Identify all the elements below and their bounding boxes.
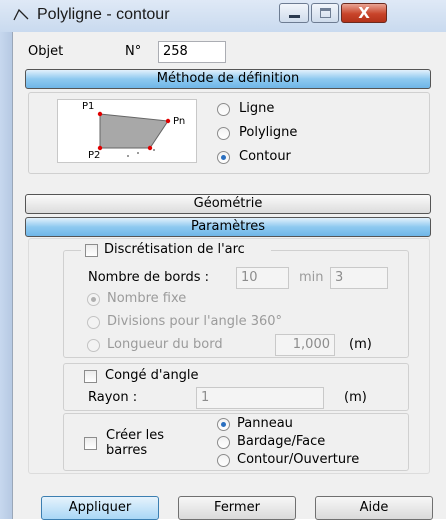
minimize-icon xyxy=(289,15,300,18)
section-geometrie-header[interactable]: Géométrie xyxy=(25,194,431,214)
objet-label: Objet xyxy=(28,44,64,59)
conge-checkbox-row[interactable]: Congé d'angle xyxy=(84,367,244,385)
preview-label-pn: Pn xyxy=(173,116,186,127)
radio-divisions-360[interactable]: Divisions pour l'angle 360° xyxy=(87,314,327,332)
contour-preview-icon xyxy=(97,111,171,157)
discretisation-checkbox-row[interactable]: Discrétisation de l'arc xyxy=(81,241,271,259)
creer-barres-label-line1: Créer les xyxy=(106,428,164,443)
conge-checkbox[interactable] xyxy=(84,370,97,383)
apply-button[interactable]: Appliquer xyxy=(41,496,159,520)
preview-label-p1: P1 xyxy=(82,101,95,112)
rayon-input[interactable]: 1 xyxy=(196,387,324,409)
title-bar[interactable]: Polyligne - contour X xyxy=(0,0,446,32)
maximize-button[interactable] xyxy=(311,3,339,23)
discretisation-label: Discrétisation de l'arc xyxy=(104,242,245,257)
radio-contour-ouverture-indicator[interactable] xyxy=(217,454,230,467)
close-button[interactable]: X xyxy=(341,3,387,23)
radio-ligne-label: Ligne xyxy=(239,101,275,116)
close-icon: X xyxy=(358,4,370,22)
nombre-bords-input[interactable]: 10 xyxy=(236,267,289,289)
radio-contour-ouverture-label: Contour/Ouverture xyxy=(237,452,360,467)
minimize-button[interactable] xyxy=(279,3,309,23)
creer-barres-checkbox-row[interactable]: Créer les barres xyxy=(84,428,204,460)
nombre-bords-label: Nombre de bords : xyxy=(88,270,210,285)
radio-contour-indicator[interactable] xyxy=(217,151,230,164)
min-bords-input[interactable]: 3 xyxy=(330,267,388,289)
radio-selected-dot xyxy=(91,297,96,302)
radio-divisions-360-indicator[interactable] xyxy=(87,316,100,329)
preview-label-p2: P2 xyxy=(88,150,101,161)
help-button[interactable]: Aide xyxy=(315,496,433,520)
radio-selected-dot xyxy=(221,422,226,427)
radio-polyligne[interactable]: Polyligne xyxy=(217,125,327,143)
longueur-bord-input[interactable]: 1,000 xyxy=(275,334,335,356)
window-title: Polyligne - contour xyxy=(37,6,170,23)
radio-bardage-face[interactable]: Bardage/Face xyxy=(217,434,377,451)
radio-selected-dot xyxy=(221,155,226,160)
radio-bardage-face-label: Bardage/Face xyxy=(237,434,326,449)
creer-barres-label-line2: barres xyxy=(106,443,148,458)
object-number-input[interactable]: 258 xyxy=(158,41,226,63)
radio-nombre-fixe-indicator[interactable] xyxy=(87,293,100,306)
section-methode-header[interactable]: Méthode de définition xyxy=(25,69,431,89)
radio-nombre-fixe-label: Nombre fixe xyxy=(107,291,187,306)
radio-bardage-face-indicator[interactable] xyxy=(217,436,230,449)
radio-panneau[interactable]: Panneau xyxy=(217,416,367,433)
radio-ligne[interactable]: Ligne xyxy=(217,101,327,119)
rayon-label: Rayon : xyxy=(88,390,138,405)
conge-label: Congé d'angle xyxy=(105,368,199,383)
rayon-unit-label: (m) xyxy=(344,390,367,405)
contour-preview-image: P1 Pn P2 xyxy=(57,99,197,163)
longueur-unit-label: (m) xyxy=(349,337,372,352)
radio-contour-ouverture[interactable]: Contour/Ouverture xyxy=(217,452,402,469)
radio-divisions-360-label: Divisions pour l'angle 360° xyxy=(107,314,283,329)
polyline-app-icon xyxy=(12,7,30,23)
discretisation-checkbox[interactable] xyxy=(85,244,98,257)
radio-longueur-bord-label: Longueur du bord xyxy=(107,337,223,352)
radio-longueur-bord-indicator[interactable] xyxy=(87,339,100,352)
radio-panneau-label: Panneau xyxy=(237,416,293,431)
number-label: N° xyxy=(125,44,142,59)
close-dialog-button[interactable]: Fermer xyxy=(178,496,296,520)
radio-contour-label: Contour xyxy=(239,149,291,164)
creer-barres-checkbox[interactable] xyxy=(84,437,97,450)
radio-longueur-bord[interactable]: Longueur du bord xyxy=(87,337,247,355)
radio-contour[interactable]: Contour xyxy=(217,149,327,167)
radio-ligne-indicator[interactable] xyxy=(217,103,230,116)
radio-polyligne-indicator[interactable] xyxy=(217,127,230,140)
maximize-icon xyxy=(320,8,331,18)
radio-polyligne-label: Polyligne xyxy=(239,125,298,140)
window-left-border xyxy=(0,0,12,519)
radio-nombre-fixe[interactable]: Nombre fixe xyxy=(87,291,247,309)
radio-panneau-indicator[interactable] xyxy=(217,418,230,431)
section-parametres-header[interactable]: Paramètres xyxy=(25,217,431,237)
min-label: min xyxy=(299,270,324,285)
